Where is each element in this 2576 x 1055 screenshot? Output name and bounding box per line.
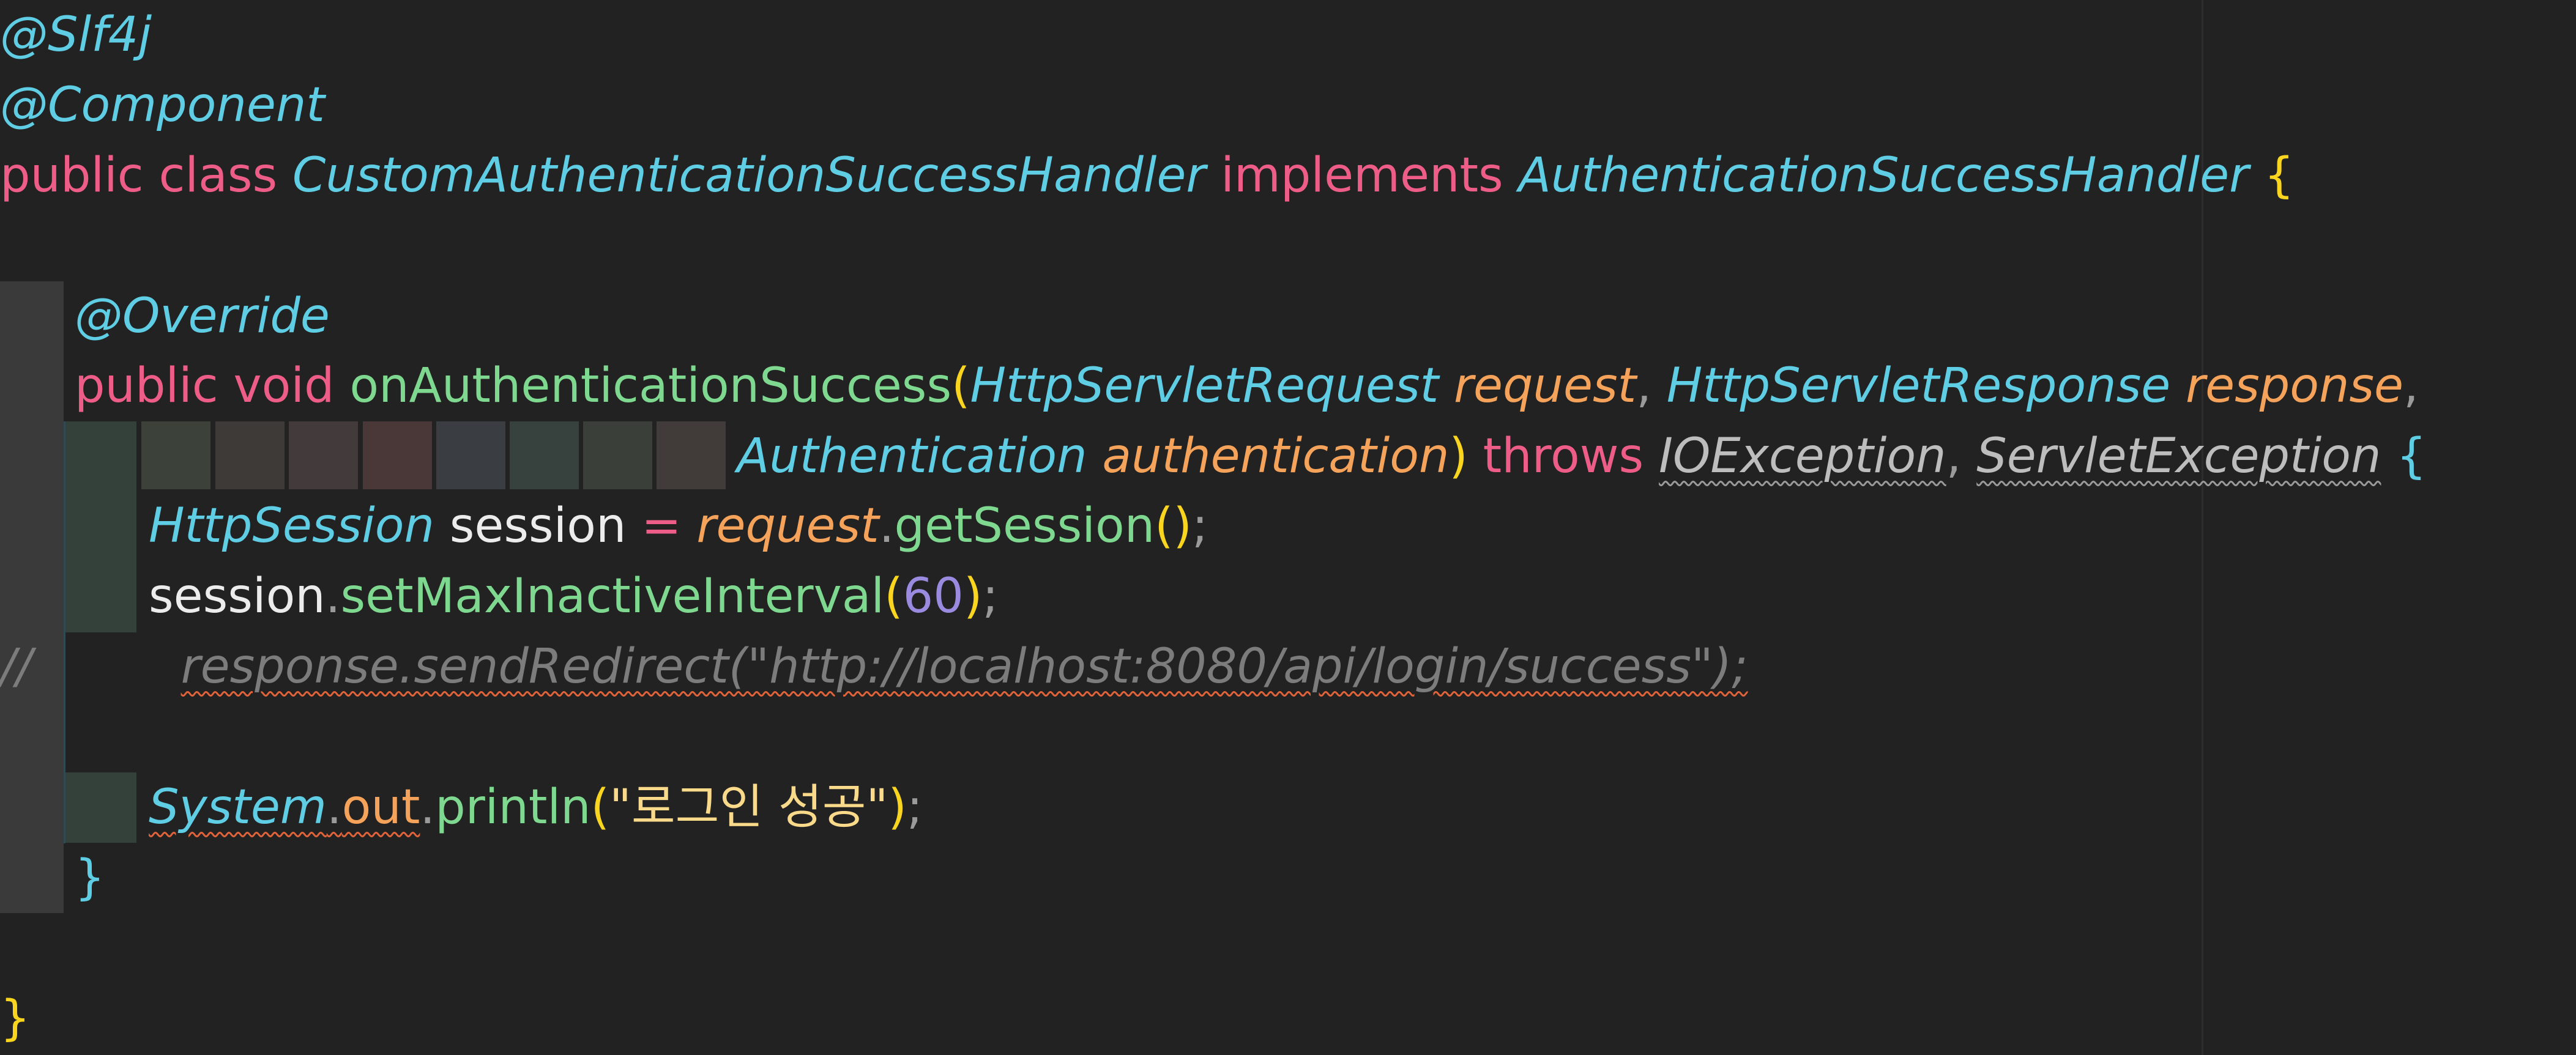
- paren: ): [963, 569, 983, 624]
- annotation: @Override: [75, 289, 330, 344]
- method-call: getSession: [894, 498, 1155, 553]
- interface-name: AuthenticationSuccessHandler: [1518, 148, 2249, 203]
- comma: ,: [1636, 358, 1651, 413]
- code-line[interactable]: @Override: [75, 281, 330, 352]
- code-area[interactable]: @Slf4j @Component public class CustomAut…: [0, 0, 2576, 1055]
- string-literal: "로그인 성공": [609, 780, 888, 835]
- method-call: setMaxInactiveInterval: [340, 569, 885, 624]
- code-line[interactable]: HttpSession session = request.getSession…: [149, 491, 1208, 561]
- dot: .: [879, 498, 895, 553]
- keyword: class: [158, 148, 278, 203]
- dot: .: [420, 780, 436, 835]
- code-editor[interactable]: @Slf4j @Component public class CustomAut…: [0, 0, 2576, 1055]
- paren: (): [1155, 498, 1192, 553]
- keyword: void: [233, 358, 335, 413]
- number-literal: 60: [903, 569, 964, 624]
- dot: .: [326, 780, 342, 835]
- keyword: public: [0, 148, 144, 203]
- comma: ,: [1946, 429, 1962, 484]
- code-line[interactable]: System.out.println("로그인 성공");: [149, 772, 923, 843]
- keyword: public: [75, 358, 218, 413]
- annotation: @Component: [0, 78, 325, 133]
- class-name: CustomAuthenticationSuccessHandler: [292, 148, 1206, 203]
- code-line[interactable]: @Component: [0, 70, 325, 141]
- paren: (: [590, 780, 610, 835]
- param-type: HttpServletRequest: [970, 358, 1439, 413]
- annotation: @Slf4j: [0, 7, 152, 62]
- class-ref: System: [149, 780, 327, 835]
- semicolon: ;: [906, 780, 923, 835]
- type-name: HttpSession: [149, 498, 434, 553]
- param-name: authentication: [1102, 429, 1450, 484]
- code-line[interactable]: session.setMaxInactiveInterval(60);: [149, 561, 999, 632]
- param-name: response: [2186, 358, 2404, 413]
- semicolon: ;: [1192, 498, 1208, 553]
- code-line[interactable]: // response.sendRedirect("http://localhos…: [0, 632, 1748, 702]
- brace: {: [2396, 429, 2427, 484]
- paren: ): [888, 780, 907, 835]
- param-type: Authentication: [737, 429, 1087, 484]
- exception-type: ServletException: [1976, 429, 2381, 484]
- variable: session: [149, 569, 326, 624]
- code-line[interactable]: Authentication authentication) throws IO…: [737, 421, 2427, 492]
- field-ref: out: [341, 780, 420, 835]
- code-line[interactable]: public void onAuthenticationSuccess(Http…: [75, 351, 2419, 421]
- semicolon: ;: [982, 569, 999, 624]
- code-line[interactable]: }: [75, 843, 105, 913]
- brace: }: [0, 991, 31, 1046]
- param-type: HttpServletResponse: [1666, 358, 2171, 413]
- brace: }: [75, 850, 105, 905]
- dot: .: [325, 569, 341, 624]
- method-call: println: [435, 780, 591, 835]
- code-line[interactable]: }: [0, 983, 31, 1054]
- param-ref: request: [696, 498, 879, 553]
- operator: =: [641, 498, 682, 553]
- brace: {: [2263, 148, 2295, 203]
- param-name: request: [1453, 358, 1637, 413]
- paren: ): [1449, 429, 1468, 484]
- paren: (: [951, 358, 970, 413]
- keyword: throws: [1483, 429, 1644, 484]
- variable: session: [449, 498, 627, 553]
- paren: (: [884, 569, 903, 624]
- comma: ,: [2403, 358, 2419, 413]
- commented-code: response.sendRedirect("http://localhost:…: [181, 639, 1748, 694]
- comment-marker: //: [0, 639, 32, 694]
- keyword: implements: [1221, 148, 1503, 203]
- code-line[interactable]: public class CustomAuthenticationSuccess…: [0, 141, 2295, 211]
- exception-type: IOException: [1658, 429, 1946, 484]
- code-line[interactable]: @Slf4j: [0, 0, 152, 70]
- method-name: onAuthenticationSuccess: [349, 358, 952, 413]
